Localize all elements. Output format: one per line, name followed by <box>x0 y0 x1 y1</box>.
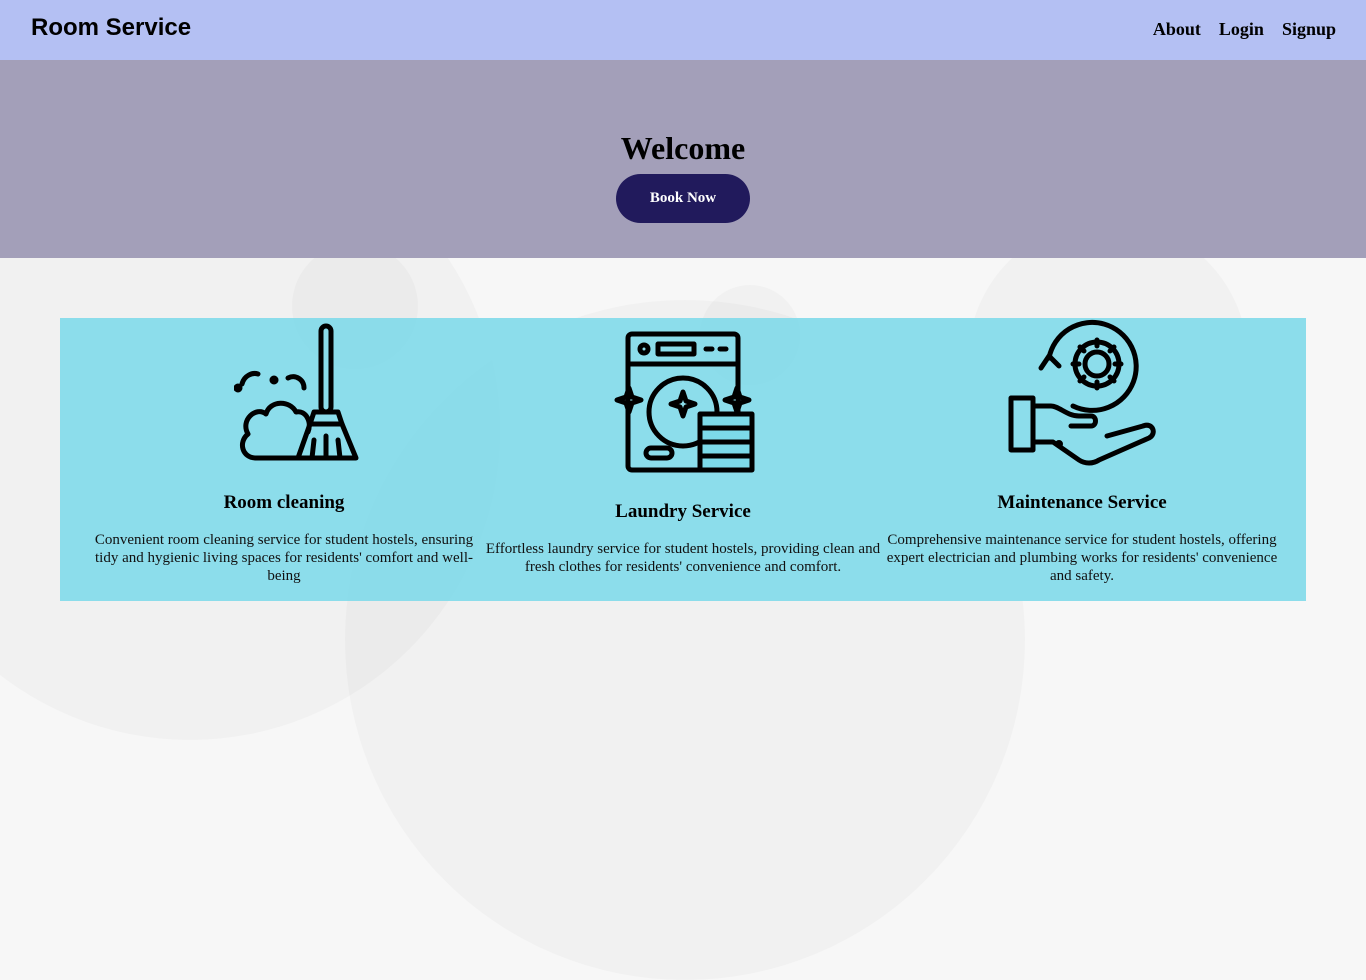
service-description: Effortless laundry service for student h… <box>485 541 881 575</box>
nav-links: About Login Signup <box>1153 19 1336 40</box>
hand-gear-maintenance-icon <box>1008 319 1156 466</box>
book-now-button[interactable]: Book Now <box>616 174 750 223</box>
navbar: Room Service About Login Signup <box>0 0 1366 60</box>
nav-link-about[interactable]: About <box>1153 19 1201 40</box>
services-section: Room cleaning Convenient room cleaning s… <box>60 318 1306 601</box>
hero-banner: Welcome Book Now <box>0 60 1366 258</box>
washing-machine-icon <box>614 331 755 473</box>
brand-logo[interactable]: Room Service <box>31 14 191 42</box>
service-card-maintenance[interactable]: Maintenance Service Comprehensive mainte… <box>882 318 1282 601</box>
service-title: Laundry Service <box>615 501 751 522</box>
broom-cleaning-icon <box>234 323 359 461</box>
service-title: Room cleaning <box>223 492 345 513</box>
nav-link-signup[interactable]: Signup <box>1282 19 1336 40</box>
nav-link-login[interactable]: Login <box>1219 19 1264 40</box>
service-card-laundry[interactable]: Laundry Service Effortless laundry servi… <box>483 318 883 601</box>
service-description: Comprehensive maintenance service for st… <box>886 532 1278 584</box>
service-card-room-cleaning[interactable]: Room cleaning Convenient room cleaning s… <box>84 318 484 601</box>
hero-title: Welcome <box>620 130 746 166</box>
service-description: Convenient room cleaning service for stu… <box>94 532 474 584</box>
service-title: Maintenance Service <box>997 492 1167 513</box>
